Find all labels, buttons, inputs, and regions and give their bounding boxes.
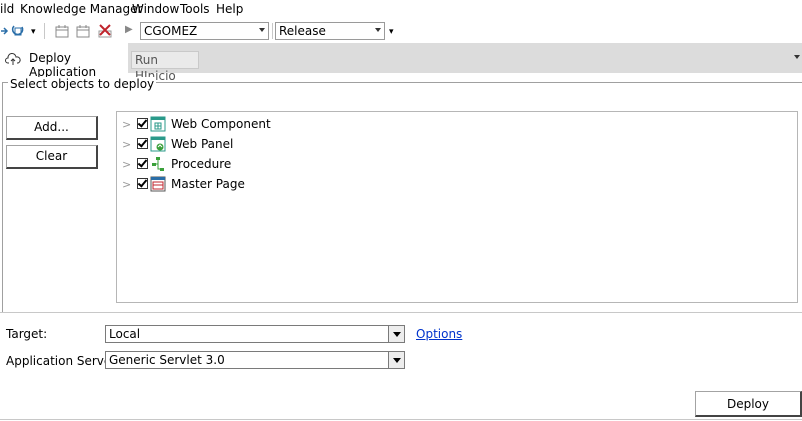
tree-item-web-panel[interactable]: > Web Panel bbox=[117, 134, 417, 154]
tree-item-master-page[interactable]: > Master Page bbox=[117, 174, 417, 194]
tree-item-label: Web Component bbox=[171, 117, 271, 131]
tree-item-label: Web Panel bbox=[171, 137, 234, 151]
target-select-value: Local bbox=[109, 327, 141, 341]
menu-build[interactable]: ild bbox=[0, 3, 14, 16]
tab-deploy-application[interactable]: Deploy Application bbox=[0, 43, 128, 79]
configuration-combo[interactable]: Release bbox=[275, 22, 385, 40]
tab-run-hinicio[interactable]: Run HInicio bbox=[131, 51, 199, 83]
chevron-right-icon[interactable]: > bbox=[122, 138, 131, 151]
checkbox-web-panel[interactable] bbox=[137, 138, 148, 149]
checkbox-web-component[interactable] bbox=[137, 118, 148, 129]
procedure-icon bbox=[152, 157, 164, 171]
tree-item-label: Master Page bbox=[171, 177, 245, 191]
chevron-down-icon[interactable] bbox=[388, 326, 404, 342]
chevron-down-icon bbox=[375, 28, 381, 32]
refresh-icon[interactable] bbox=[10, 23, 26, 39]
tree-item-procedure[interactable]: > Procedure bbox=[117, 154, 417, 174]
toolbar-overflow-icon[interactable]: ▾ bbox=[31, 27, 36, 37]
application-server-select[interactable]: Generic Servlet 3.0 bbox=[105, 351, 405, 369]
master-page-icon bbox=[150, 176, 166, 192]
application-server-label: Application Server: bbox=[6, 354, 121, 368]
group-title: Select objects to deploy bbox=[8, 77, 157, 91]
document-tab-strip: Deploy Application Run HInicio bbox=[0, 43, 802, 83]
deploy-button[interactable]: Deploy bbox=[695, 391, 802, 417]
target-label: Target: bbox=[6, 327, 48, 341]
tree-item-web-component[interactable]: > Web Component bbox=[117, 114, 417, 134]
chevron-down-icon bbox=[259, 28, 265, 32]
menu-tools[interactable]: Tools bbox=[180, 3, 210, 16]
chevron-right-icon[interactable]: > bbox=[122, 118, 131, 131]
chevron-right-icon[interactable]: > bbox=[122, 158, 131, 171]
clear-button[interactable]: Clear bbox=[6, 145, 98, 169]
toolbar: ▾ ▶ CGOMEZ Release ▾ bbox=[0, 19, 802, 43]
user-combo[interactable]: CGOMEZ bbox=[140, 22, 269, 40]
toolbar-overflow-icon[interactable]: ▾ bbox=[389, 27, 394, 37]
divider bbox=[0, 312, 802, 313]
options-link[interactable]: Options bbox=[416, 327, 462, 341]
web-component-icon bbox=[150, 116, 166, 132]
divider bbox=[0, 419, 802, 420]
objects-tree[interactable]: > Web Component > Web Panel > Procedure … bbox=[116, 111, 798, 303]
menu-window[interactable]: Window bbox=[132, 3, 179, 16]
menu-help[interactable]: Help bbox=[216, 3, 243, 16]
application-server-select-value: Generic Servlet 3.0 bbox=[109, 353, 225, 367]
configuration-combo-value: Release bbox=[279, 24, 326, 38]
checkbox-master-page[interactable] bbox=[137, 178, 148, 189]
chevron-right-icon[interactable]: > bbox=[122, 178, 131, 191]
toolbar-separator bbox=[44, 23, 45, 39]
tree-item-label: Procedure bbox=[171, 157, 232, 171]
checkbox-procedure[interactable] bbox=[137, 158, 148, 169]
calendar-icon[interactable] bbox=[75, 23, 91, 39]
web-panel-icon bbox=[150, 136, 166, 152]
cancel-icon[interactable] bbox=[97, 23, 113, 39]
add-button[interactable]: Add... bbox=[6, 116, 98, 140]
calendar-icon[interactable] bbox=[54, 23, 70, 39]
chevron-down-icon[interactable] bbox=[388, 352, 404, 368]
toolbar-separator bbox=[272, 23, 273, 39]
menu-knowledge-manager[interactable]: Knowledge Manager bbox=[20, 3, 142, 16]
menu-bar: ild Knowledge Manager Window Tools Help bbox=[0, 0, 802, 19]
user-combo-value: CGOMEZ bbox=[144, 24, 198, 38]
play-icon[interactable]: ▶ bbox=[125, 24, 133, 35]
tab-list-dropdown-icon[interactable] bbox=[794, 55, 800, 59]
cloud-upload-icon bbox=[5, 53, 21, 65]
target-select[interactable]: Local bbox=[105, 325, 405, 343]
tab-deploy-application-label: Deploy Application bbox=[29, 51, 97, 79]
